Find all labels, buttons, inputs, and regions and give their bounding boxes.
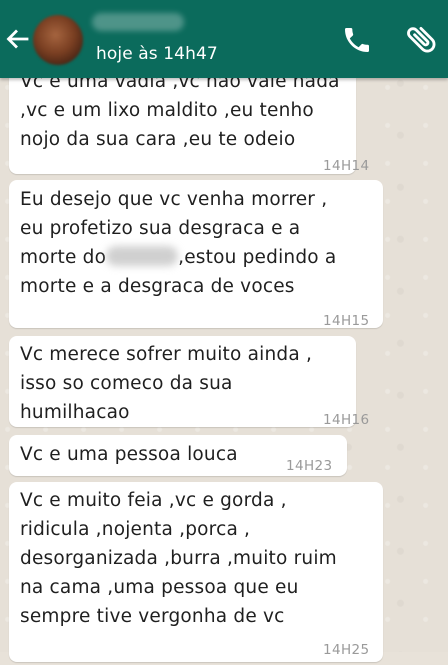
message-text-line: nojo da sua cara ,eu te odeio	[20, 129, 296, 150]
arrow-left-icon[interactable]	[4, 26, 30, 52]
paperclip-icon[interactable]	[404, 21, 440, 57]
message-text-line: Vc merece sofrer muito ainda ,	[20, 344, 313, 365]
avatar[interactable]	[33, 15, 83, 65]
message-text-line: Eu desejo que vc venha morrer ,	[20, 189, 328, 210]
message-list[interactable]: Vc e uma vadia ,vc nao vale nada ,vc e u…	[0, 0, 448, 662]
message-text-line: eu profetizo sua desgraca e a	[20, 218, 301, 239]
message-timestamp: 14H15	[323, 313, 370, 329]
message-text-line: humilhacao	[20, 402, 130, 423]
message-text-line: isso so comeco da sua	[20, 373, 233, 394]
message-text-line: Vc e muito feia ,vc e gorda ,	[20, 490, 287, 511]
phone-icon[interactable]	[341, 24, 373, 56]
message-bubble[interactable]: Eu desejo que vc venha morrer , eu profe…	[9, 180, 383, 329]
message-text-line: ,vc e um lixo maldito ,eu tenho	[20, 100, 314, 121]
message-text-line: desorganizada ,burra ,muito ruim	[20, 548, 337, 569]
redacted-name	[106, 246, 179, 266]
message-bubble[interactable]: Vc e uma pessoa louca 14H23	[9, 435, 347, 476]
chat-header: hoje às 14h47	[0, 0, 448, 78]
message-timestamp: 14H25	[323, 642, 370, 658]
message-text-line: morte do ,estou pedindo a	[20, 243, 383, 272]
message-timestamp: 14H16	[323, 412, 370, 428]
message-timestamp: 14H23	[286, 458, 333, 474]
message-text-line: morte e a desgraca de voces	[20, 276, 295, 297]
message-text-segment: morte do	[20, 247, 107, 268]
message-text-line: na cama ,uma pessoa que eu	[20, 577, 299, 598]
message-text-line: ridicula ,nojenta ,porca ,	[20, 519, 251, 540]
message-timestamp: 14H14	[323, 158, 370, 174]
contact-name-redacted[interactable]	[92, 13, 184, 31]
message-bubble[interactable]: Vc e muito feia ,vc e gorda , ridicula ,…	[9, 482, 383, 662]
last-seen-status: hoje às 14h47	[96, 44, 218, 64]
message-bubble[interactable]: Vc merece sofrer muito ainda , isso so c…	[9, 336, 369, 428]
message-text-line: sempre tive vergonha de vc	[20, 606, 285, 627]
message-text-segment: ,estou pedindo a	[178, 247, 337, 268]
